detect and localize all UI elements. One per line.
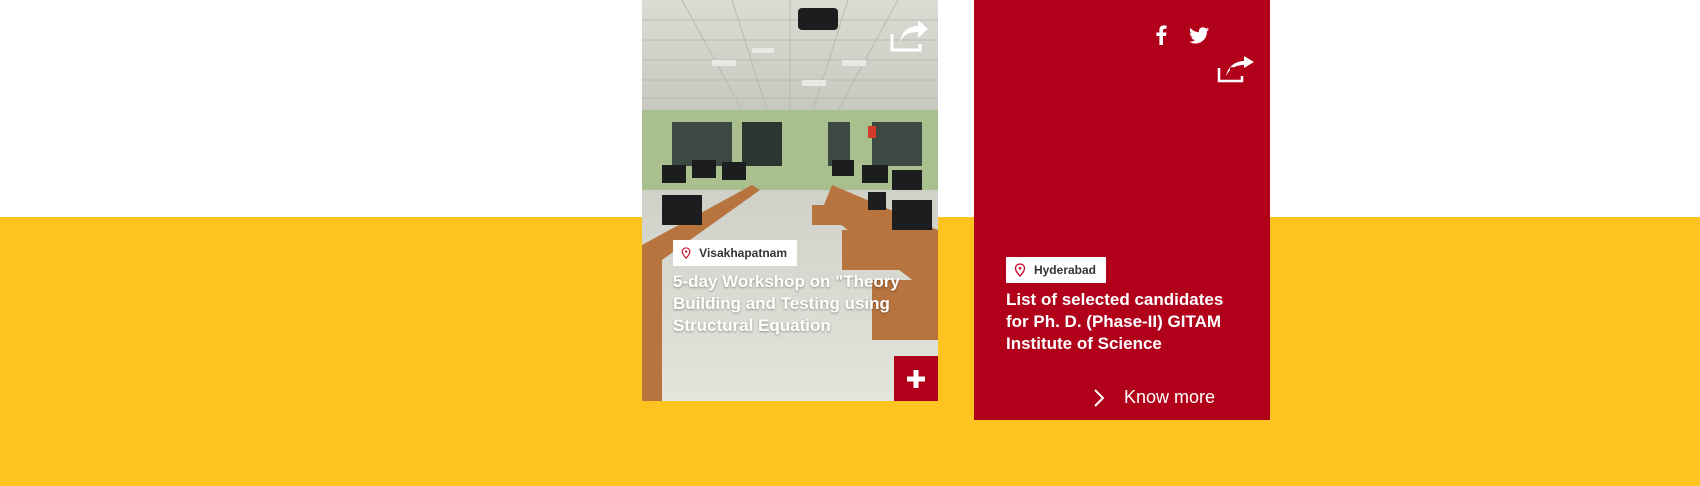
location-pin-icon <box>681 247 691 259</box>
card-title[interactable]: List of selected candidates for Ph. D. (… <box>1006 289 1246 355</box>
chevron-right-icon <box>1094 388 1105 407</box>
know-more-label: Know more <box>1124 387 1216 407</box>
card-title[interactable]: 5-day Workshop on "Theory Building and T… <box>673 271 923 337</box>
expand-button[interactable] <box>894 356 938 401</box>
location-pin-icon <box>1014 263 1026 277</box>
news-card-photo[interactable]: Visakhapatnam 5-day Workshop on "Theory … <box>642 0 938 401</box>
share-icon[interactable] <box>886 16 930 56</box>
share-icon[interactable] <box>1216 54 1258 84</box>
facebook-icon[interactable] <box>1150 24 1172 46</box>
location-label: Hyderabad <box>1033 263 1096 277</box>
location-label: Visakhapatnam <box>699 246 787 260</box>
plus-icon <box>907 369 925 388</box>
location-tag: Visakhapatnam <box>673 240 797 266</box>
twitter-icon[interactable] <box>1188 24 1210 46</box>
classroom-photo <box>642 0 938 401</box>
know-more-button[interactable]: Know more <box>1080 375 1270 420</box>
location-tag: Hyderabad <box>1006 257 1106 283</box>
news-card-red[interactable]: Hyderabad List of selected candidates fo… <box>974 0 1270 420</box>
